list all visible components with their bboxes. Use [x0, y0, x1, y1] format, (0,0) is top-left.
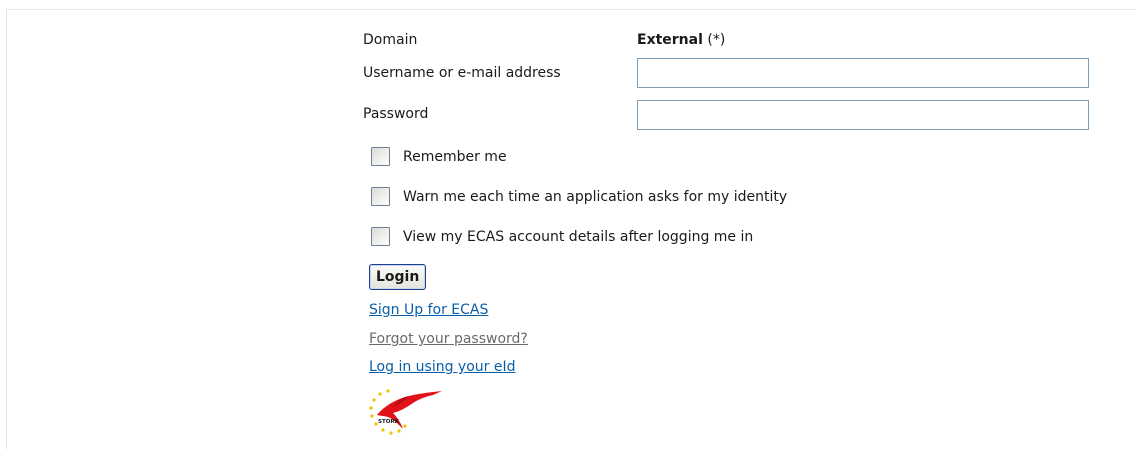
eid-login-link[interactable]: Log in using your eId: [369, 359, 516, 375]
username-input[interactable]: [637, 58, 1089, 88]
warn-identity-label[interactable]: Warn me each time an application asks fo…: [403, 187, 787, 207]
domain-value: External (*): [637, 29, 725, 51]
stork-logo-graphic: STORK: [369, 389, 442, 435]
domain-value-name: External: [637, 32, 703, 48]
domain-label: Domain: [363, 32, 418, 48]
password-input[interactable]: [637, 100, 1089, 130]
forgot-password-link[interactable]: Forgot your password?: [369, 331, 528, 347]
stork-logo-icon[interactable]: STORK: [363, 383, 445, 439]
remember-me-label[interactable]: Remember me: [403, 147, 507, 167]
username-label: Username or e-mail address: [363, 65, 561, 81]
stork-logo-text: STORK: [378, 419, 400, 425]
password-label: Password: [363, 106, 429, 122]
view-account-label[interactable]: View my ECAS account details after loggi…: [403, 227, 753, 247]
warn-identity-checkbox[interactable]: [371, 187, 390, 206]
view-account-checkbox[interactable]: [371, 227, 390, 246]
signup-link[interactable]: Sign Up for ECAS: [369, 302, 488, 318]
login-button[interactable]: Login: [369, 264, 427, 290]
domain-value-suffix: (*): [702, 32, 726, 48]
login-form: Domain External (*) Username or e-mail a…: [363, 0, 1103, 449]
remember-me-checkbox[interactable]: [371, 147, 390, 166]
